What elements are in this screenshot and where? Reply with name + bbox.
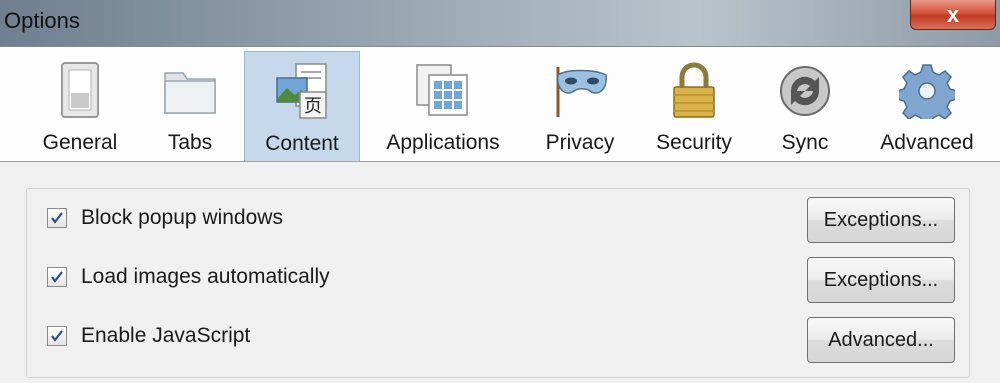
block-popups-checkbox[interactable] xyxy=(47,208,67,228)
tab-content[interactable]: 页 Content xyxy=(244,51,360,161)
option-enable-javascript[interactable]: Enable JavaScript xyxy=(47,321,250,351)
window-title: Options xyxy=(4,8,80,33)
svg-text:页: 页 xyxy=(304,96,322,117)
preferences-toolbar: General Tabs 页 Content Applications Priv… xyxy=(0,47,1000,162)
tab-content-label: Content xyxy=(265,132,339,155)
tab-advanced-label: Advanced xyxy=(880,131,974,154)
enable-javascript-label: Enable JavaScript xyxy=(81,324,251,347)
tab-general-label: General xyxy=(42,131,118,154)
option-block-popups[interactable]: Block popup windows xyxy=(47,203,283,233)
checkmark-icon xyxy=(51,212,63,224)
content-options-group: Block popup windows Exceptions... Load i… xyxy=(26,188,970,378)
tab-sync[interactable]: Sync xyxy=(758,51,852,161)
tab-advanced[interactable]: Advanced xyxy=(868,51,986,161)
sync-icon xyxy=(780,66,830,116)
options-window: Options x General Tabs 页 Content Applica… xyxy=(0,0,1000,383)
tab-tabs[interactable]: Tabs xyxy=(136,51,244,161)
tab-applications[interactable]: Applications xyxy=(368,51,518,161)
load-images-checkbox[interactable] xyxy=(47,267,67,287)
tab-privacy[interactable]: Privacy xyxy=(530,51,630,161)
tab-privacy-label: Privacy xyxy=(545,131,615,154)
tabs-folder-icon xyxy=(164,72,216,114)
tab-applications-label: Applications xyxy=(386,131,500,154)
dialog-client-area: General Tabs 页 Content Applications Priv… xyxy=(0,46,1000,383)
tab-security-label: Security xyxy=(656,131,732,154)
option-load-images[interactable]: Load images automatically xyxy=(47,262,330,292)
tab-sync-label: Sync xyxy=(781,131,829,154)
window-switch-icon xyxy=(61,62,99,118)
content-page-icon: 页 xyxy=(276,63,327,119)
tab-security[interactable]: Security xyxy=(642,51,746,161)
applications-icon xyxy=(416,64,468,116)
close-icon: x xyxy=(946,1,960,27)
enable-javascript-checkbox[interactable] xyxy=(47,326,67,346)
title-bar[interactable]: Options x xyxy=(0,0,1000,46)
padlock-icon xyxy=(673,62,715,118)
checkmark-icon xyxy=(51,330,63,342)
image-exceptions-button[interactable]: Exceptions... xyxy=(807,257,955,303)
checkmark-icon xyxy=(51,271,63,283)
popup-exceptions-button[interactable]: Exceptions... xyxy=(807,197,955,243)
tab-general[interactable]: General xyxy=(24,51,136,161)
tab-tabs-label: Tabs xyxy=(167,131,213,154)
close-button[interactable]: x xyxy=(910,0,996,30)
load-images-label: Load images automatically xyxy=(81,265,330,288)
javascript-advanced-button[interactable]: Advanced... xyxy=(807,317,955,363)
block-popups-label: Block popup windows xyxy=(81,206,283,229)
mask-icon xyxy=(556,67,607,117)
gear-icon xyxy=(899,64,955,119)
